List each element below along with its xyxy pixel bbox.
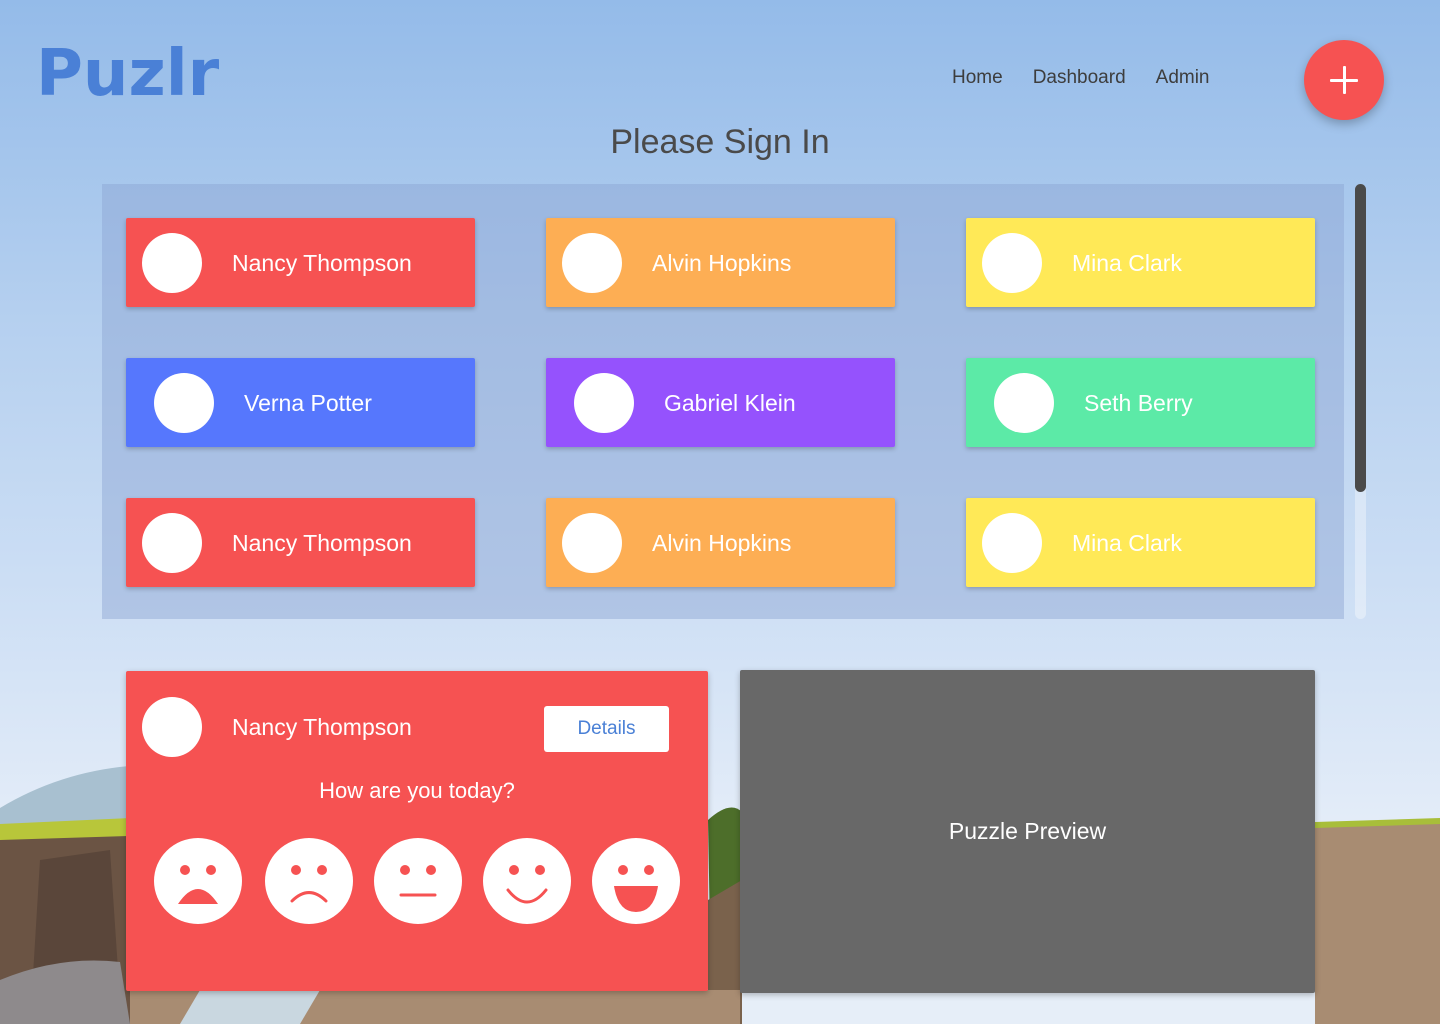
user-name: Nancy Thompson — [232, 250, 412, 276]
top-nav: Home Dashboard Admin — [952, 66, 1210, 90]
user-card-mina-clark[interactable]: Mina Clark — [966, 218, 1315, 307]
plus-icon — [1330, 66, 1358, 94]
sad-face-icon[interactable] — [265, 838, 353, 924]
avatar — [982, 233, 1042, 293]
user-name: Alvin Hopkins — [652, 250, 792, 276]
scrollbar-thumb[interactable] — [1355, 184, 1366, 492]
details-button[interactable]: Details — [544, 706, 669, 752]
avatar — [562, 513, 622, 573]
user-card-nancy-thompson[interactable]: Nancy Thompson — [126, 498, 475, 587]
neutral-face-icon[interactable] — [374, 838, 462, 924]
avatar — [154, 373, 214, 433]
user-card-seth-berry[interactable]: Seth Berry — [966, 358, 1315, 447]
page-heading: Please Sign In — [610, 123, 830, 161]
avatar — [982, 513, 1042, 573]
avatar — [994, 373, 1054, 433]
happy-face-icon[interactable] — [483, 838, 571, 924]
user-name: Mina Clark — [1072, 530, 1182, 556]
avatar — [562, 233, 622, 293]
user-card-alvin-hopkins[interactable]: Alvin Hopkins — [546, 498, 895, 587]
avatar — [574, 373, 634, 433]
user-name: Seth Berry — [1084, 390, 1193, 416]
user-card-nancy-thompson[interactable]: Nancy Thompson — [126, 218, 475, 307]
very-sad-face-icon[interactable] — [154, 838, 242, 924]
puzzle-preview: Puzzle Preview — [740, 670, 1315, 993]
user-card-mina-clark[interactable]: Mina Clark — [966, 498, 1315, 587]
mood-question: How are you today? — [319, 778, 515, 803]
add-button[interactable] — [1304, 40, 1384, 120]
avatar — [142, 233, 202, 293]
avatar — [142, 697, 202, 757]
mood-checkin-card: Nancy Thompson Details How are you today… — [126, 671, 708, 991]
nav-dashboard-link[interactable]: Dashboard — [1033, 66, 1126, 90]
user-list-scrollbar[interactable] — [1355, 184, 1366, 619]
user-name: Verna Potter — [244, 390, 372, 416]
user-card-verna-potter[interactable]: Verna Potter — [126, 358, 475, 447]
user-name: Nancy Thompson — [232, 530, 412, 556]
nav-home-link[interactable]: Home — [952, 66, 1003, 90]
user-name: Alvin Hopkins — [652, 530, 792, 556]
user-name: Gabriel Klein — [664, 390, 796, 416]
user-name: Mina Clark — [1072, 250, 1182, 276]
nav-admin-link[interactable]: Admin — [1156, 66, 1210, 90]
user-card-gabriel-klein[interactable]: Gabriel Klein — [546, 358, 895, 447]
app-logo: Puzlr — [36, 37, 220, 111]
very-happy-face-icon[interactable] — [592, 838, 680, 924]
avatar — [142, 513, 202, 573]
selected-user-name: Nancy Thompson — [232, 714, 412, 740]
puzzle-preview-label: Puzzle Preview — [948, 818, 1107, 844]
user-card-alvin-hopkins[interactable]: Alvin Hopkins — [546, 218, 895, 307]
user-selection-panel: Nancy Thompson Alvin Hopkins Mina Clark … — [102, 184, 1344, 619]
